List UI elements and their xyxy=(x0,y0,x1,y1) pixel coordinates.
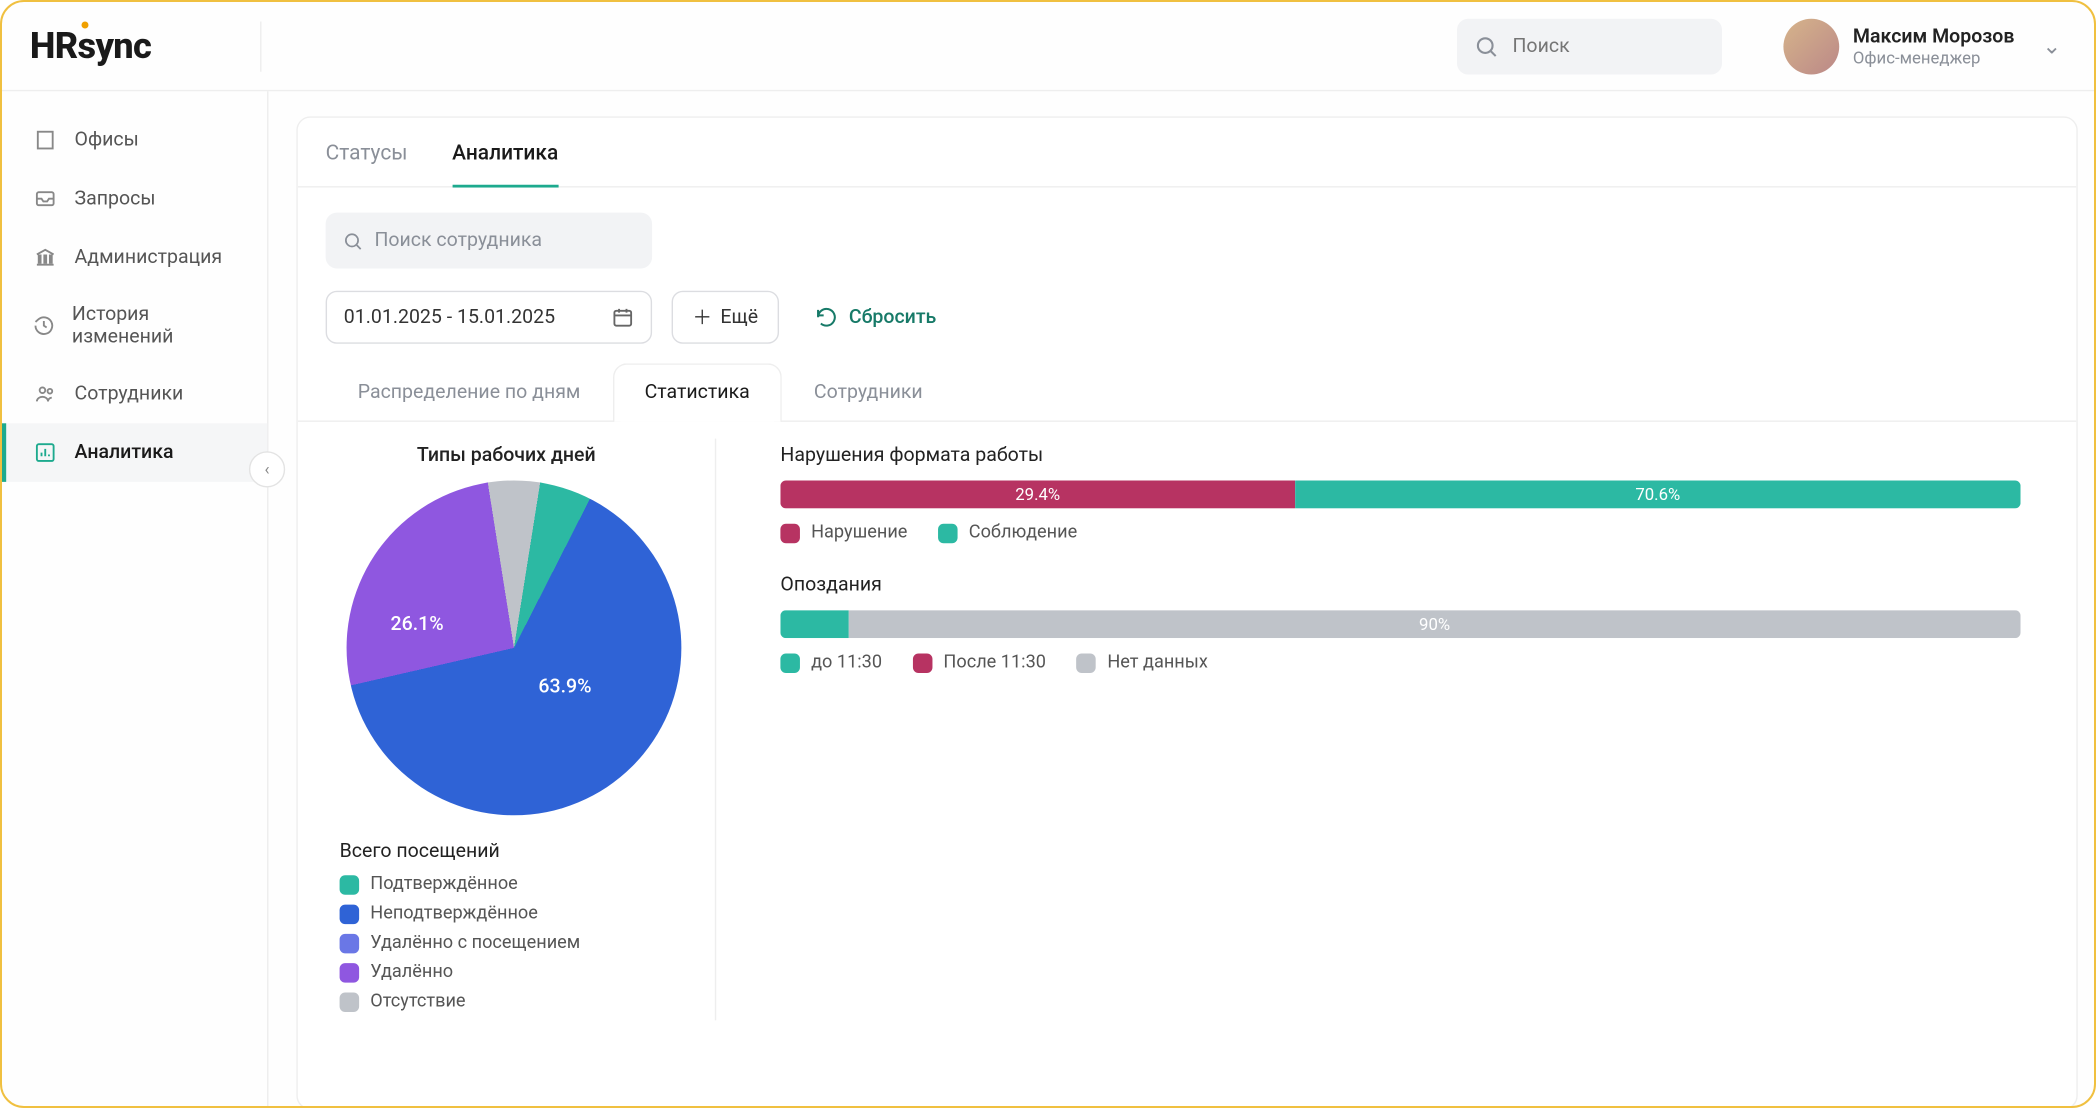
swatch-icon xyxy=(938,523,958,543)
late-title: Опоздания xyxy=(780,574,2020,596)
subtab-stats[interactable]: Статистика xyxy=(613,363,782,422)
reset-label: Сбросить xyxy=(849,306,936,328)
pie-label-main: 63.9% xyxy=(538,676,591,698)
legend-item: Неподтверждённое xyxy=(340,903,687,924)
collapse-sidebar-button[interactable]: ‹ xyxy=(249,451,285,487)
sidebar-item-label: Запросы xyxy=(75,188,156,210)
plus-icon: ＋ xyxy=(693,303,713,331)
inbox-icon xyxy=(33,186,58,211)
swatch-icon xyxy=(780,653,800,673)
legend-label: Нарушение xyxy=(811,522,907,543)
tab-statuses[interactable]: Статусы xyxy=(326,118,408,186)
legend-label: После 11:30 xyxy=(943,652,1046,673)
legend-item: Подтверждённое xyxy=(340,874,687,895)
sidebar-item-admin[interactable]: Администрация xyxy=(2,228,267,287)
swatch-icon xyxy=(913,653,933,673)
sub-tabs: Распределение по дням Статистика Сотрудн… xyxy=(298,363,2077,422)
refresh-icon xyxy=(815,306,837,328)
swatch-icon xyxy=(340,904,360,924)
sidebar: Офисы Запросы Администрация История изме… xyxy=(2,91,268,1108)
employee-search-placeholder: Поиск сотрудника xyxy=(374,229,542,251)
legend-item: После 11:30 xyxy=(913,652,1046,673)
bar-segment: 29.4% xyxy=(780,480,1295,508)
history-icon xyxy=(33,313,55,338)
chevron-left-icon: ‹ xyxy=(265,460,270,480)
legend-item: Нет данных xyxy=(1077,652,1208,673)
sidebar-item-offices[interactable]: Офисы xyxy=(2,111,267,170)
legend-item: Отсутствие xyxy=(340,991,687,1012)
divider xyxy=(260,21,261,71)
legend-label: Удалённо xyxy=(370,962,453,983)
chart-icon xyxy=(33,440,58,465)
sidebar-item-analytics[interactable]: Аналитика xyxy=(2,423,267,482)
bank-icon xyxy=(33,245,58,270)
swatch-icon xyxy=(1077,653,1097,673)
logo: HRsync xyxy=(30,25,151,67)
legend-item: Удалённо xyxy=(340,962,687,983)
swatch-icon xyxy=(340,962,360,982)
swatch-icon xyxy=(340,875,360,895)
main-card: Статусы Аналитика Поиск сотрудника 01.01… xyxy=(296,116,2077,1108)
employee-search[interactable]: Поиск сотрудника xyxy=(326,213,652,269)
legend-label: Удалённо с посещением xyxy=(370,932,580,953)
top-tabs: Статусы Аналитика xyxy=(298,118,2077,188)
swatch-icon xyxy=(340,992,360,1012)
sidebar-item-label: История изменений xyxy=(72,303,236,348)
legend-label: до 11:30 xyxy=(811,652,882,673)
violations-title: Нарушения формата работы xyxy=(780,444,2020,466)
bar-segment xyxy=(780,610,848,638)
user-menu[interactable]: Максим Морозов Офис-менеджер ⌄ xyxy=(1783,18,2061,74)
bar-segment: 90% xyxy=(849,610,2021,638)
subtab-employees[interactable]: Сотрудники xyxy=(782,363,955,420)
user-role: Офис-менеджер xyxy=(1853,47,2015,67)
sidebar-item-employees[interactable]: Сотрудники xyxy=(2,365,267,424)
sidebar-item-label: Офисы xyxy=(75,129,139,151)
legend-label: Соблюдение xyxy=(969,522,1077,543)
swatch-icon xyxy=(340,933,360,953)
calendar-icon xyxy=(612,306,634,328)
sidebar-item-label: Администрация xyxy=(75,246,223,268)
swatch-icon xyxy=(780,523,800,543)
pie-title: Типы рабочих дней xyxy=(326,444,687,466)
avatar xyxy=(1783,18,1839,74)
chevron-down-icon: ⌄ xyxy=(2042,33,2061,60)
sidebar-item-history[interactable]: История изменений xyxy=(2,287,267,365)
reset-button[interactable]: Сбросить xyxy=(815,306,936,328)
search-icon xyxy=(1473,33,1498,58)
violations-bar: 29.4%70.6% xyxy=(780,480,2020,508)
legend-item: Соблюдение xyxy=(938,522,1077,543)
tab-analytics[interactable]: Аналитика xyxy=(452,118,558,188)
legend-label: Отсутствие xyxy=(370,991,465,1012)
legend-item: Нарушение xyxy=(780,522,907,543)
legend-item: до 11:30 xyxy=(780,652,882,673)
pie-label-sec: 26.1% xyxy=(391,613,444,635)
date-range-value: 01.01.2025 - 15.01.2025 xyxy=(344,306,555,328)
search-icon xyxy=(342,230,363,251)
global-search-input[interactable] xyxy=(1513,35,1706,57)
date-range-input[interactable]: 01.01.2025 - 15.01.2025 xyxy=(326,291,652,344)
bar-segment: 70.6% xyxy=(1295,480,2020,508)
late-bar: 90% xyxy=(780,610,2020,638)
building-icon xyxy=(33,128,58,153)
more-filters-button[interactable]: ＋ Ещё xyxy=(672,291,780,344)
pie-chart: 63.9% 26.1% xyxy=(346,480,681,815)
legend-label: Подтверждённое xyxy=(370,874,518,895)
legend-item: Удалённо с посещением xyxy=(340,932,687,953)
subtab-by-days[interactable]: Распределение по дням xyxy=(326,363,613,420)
user-name: Максим Морозов xyxy=(1853,25,2015,47)
legend-label: Нет данных xyxy=(1107,652,1207,673)
legend-label: Неподтверждённое xyxy=(370,903,538,924)
more-label: Ещё xyxy=(720,306,758,328)
sidebar-item-label: Сотрудники xyxy=(75,383,184,405)
app-header: HRsync Максим Морозов Офис-менеджер ⌄ xyxy=(2,2,2096,91)
legend-title: Всего посещений xyxy=(340,840,687,862)
sidebar-item-requests[interactable]: Запросы xyxy=(2,169,267,228)
users-icon xyxy=(33,381,58,406)
global-search[interactable] xyxy=(1457,18,1722,74)
sidebar-item-label: Аналитика xyxy=(75,441,174,463)
